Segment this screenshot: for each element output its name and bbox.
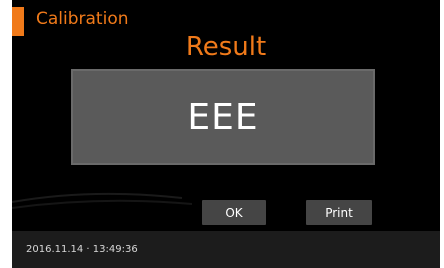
calibration-screen: Calibration Result EEE OK Print 2016.11.… — [12, 0, 440, 268]
status-footer: 2016.11.14 · 13:49:36 — [12, 231, 440, 268]
print-button[interactable]: Print — [306, 200, 372, 225]
screen-title: Calibration — [36, 9, 129, 29]
result-display-box: EEE — [71, 69, 375, 165]
ok-button[interactable]: OK — [202, 200, 266, 225]
datetime-readout: 2016.11.14 · 13:49:36 — [26, 244, 138, 255]
result-value: EEE — [187, 96, 259, 138]
decorative-swoosh — [12, 192, 193, 209]
result-heading: Result — [185, 32, 267, 62]
